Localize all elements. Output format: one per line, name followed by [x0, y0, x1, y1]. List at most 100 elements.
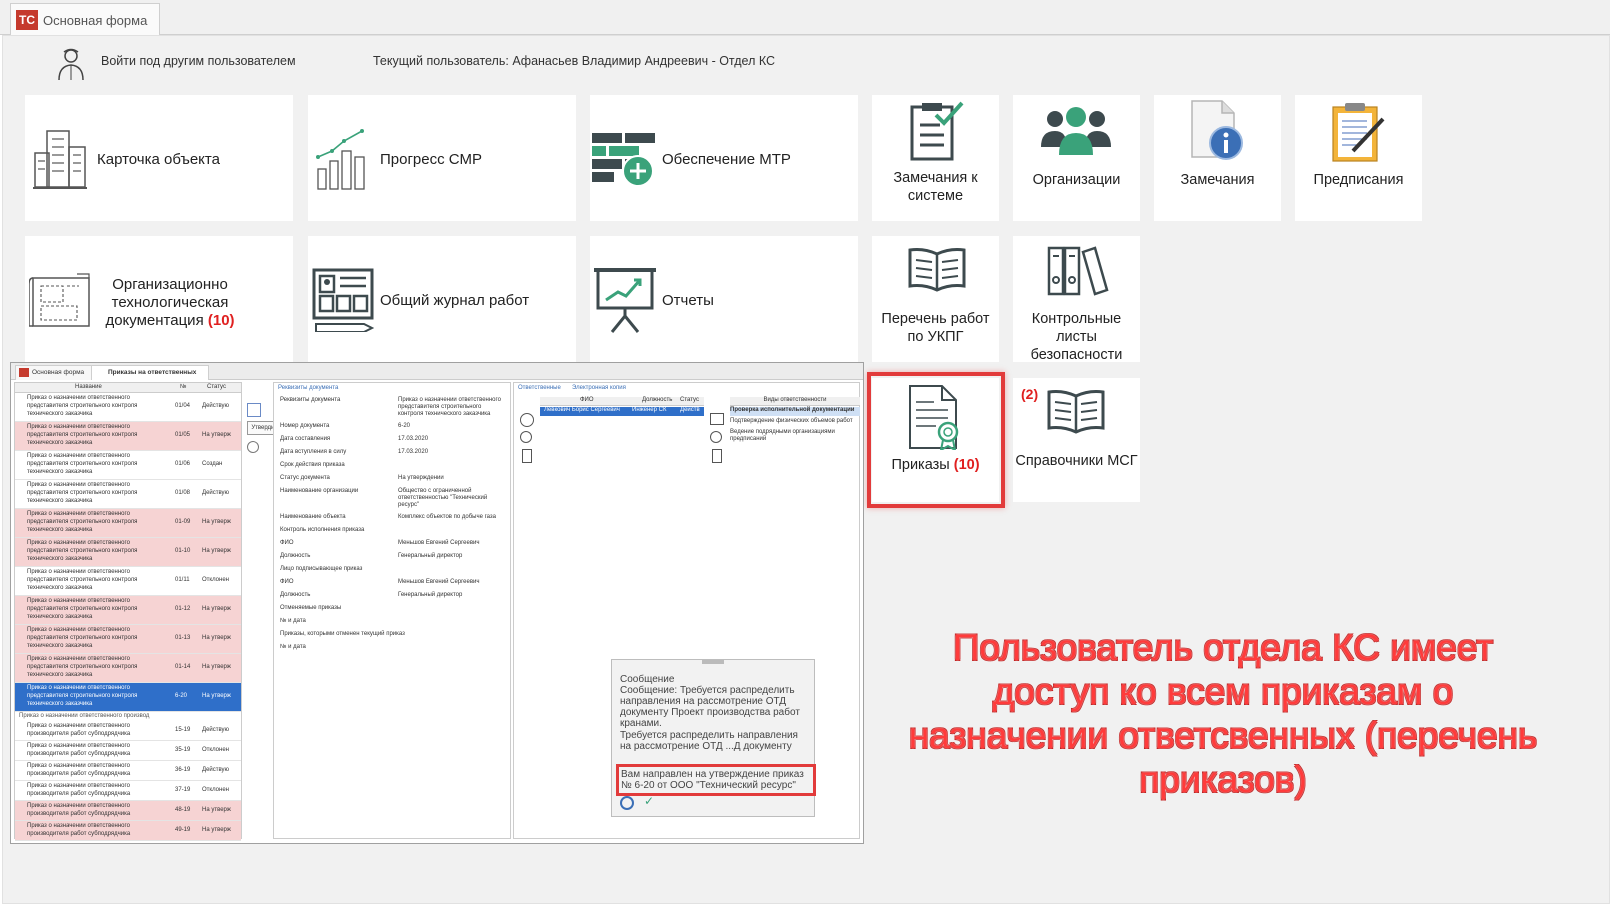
trash-icon[interactable] — [712, 449, 722, 463]
resp-col-position: Должность — [642, 397, 673, 403]
col-name-header[interactable]: Название — [75, 384, 102, 390]
tab-electronic-copy[interactable]: Электронная копия — [572, 385, 626, 391]
add-responsible-icon[interactable] — [520, 413, 534, 427]
tab-responsibles[interactable]: Ответственные — [518, 385, 561, 391]
doc-field-label: Должность — [280, 592, 311, 598]
tile-msg-directories-label: Справочники МСГ — [1015, 453, 1138, 469]
order-status-cell: Действую — [202, 767, 230, 773]
embedded-tab-orders[interactable]: Приказы на ответственных — [91, 365, 209, 380]
order-number-cell: 6-20 — [175, 693, 188, 699]
order-number-cell: 49-19 — [175, 827, 191, 833]
check-icon[interactable]: ✓ — [644, 794, 654, 808]
refresh-icon[interactable] — [247, 441, 259, 453]
popup-approval-message[interactable]: Вам направлен на утверждение приказ № 6-… — [616, 764, 816, 796]
order-number-cell: 01/04 — [175, 403, 191, 409]
popup-title: Сообщение — [620, 674, 675, 685]
table-row[interactable]: Приказ о назначении ответственного предс… — [15, 654, 241, 683]
table-row[interactable]: Приказ о назначении ответственного предс… — [15, 422, 241, 451]
table-row[interactable]: Приказ о назначении ответственного произ… — [15, 801, 241, 821]
table-row[interactable]: Приказ о назначении ответственного произ… — [15, 721, 241, 741]
table-row[interactable]: Приказ о назначении ответственного предс… — [15, 596, 241, 625]
order-name-cell: Приказ о назначении ответственного предс… — [27, 656, 138, 678]
trash-icon[interactable] — [522, 449, 532, 463]
tile-ukpg-works[interactable]: Перечень работ по УКПГ — [872, 236, 999, 362]
resp-row[interactable]: Левкович Борис Сергеевич Инженер СК Дейс… — [540, 407, 704, 416]
table-row[interactable]: Приказ о назначении ответственного предс… — [15, 480, 241, 509]
tile-safety-checklists[interactable]: Контрольные листы безопасности — [1013, 236, 1140, 363]
embedded-tabbar: Основная форма Приказы на ответственных — [11, 363, 863, 380]
order-status-cell: На утверж — [202, 664, 231, 670]
doc-field-label: Наименование объекта — [280, 514, 346, 520]
tab-main-form-label: Основная форма — [43, 13, 148, 28]
tile-msg-directories[interactable]: (2) Справочники МСГ — [1013, 378, 1140, 502]
table-row[interactable]: Приказ о назначении ответственного предс… — [15, 538, 241, 567]
table-row[interactable]: Приказ о назначении ответственного предс… — [15, 567, 241, 596]
order-status-cell: На утверж — [202, 693, 231, 699]
tile-ukpg-works-label: Перечень работ по УКПГ — [881, 311, 990, 345]
doc-field-value: Комплекс объектов по добыче газа — [398, 514, 497, 520]
col-number-header[interactable]: № — [180, 384, 186, 390]
embedded-tab-main-label: Основная форма — [32, 369, 85, 376]
doc-field-label: ФИО — [280, 579, 294, 585]
table-row[interactable]: Приказ о назначении ответственного произ… — [15, 821, 241, 841]
table-row[interactable]: Приказ о назначении ответственного предс… — [15, 509, 241, 538]
duty-item[interactable]: Ведение подрядными организациями предпис… — [730, 429, 860, 443]
order-number-cell: 48-19 — [175, 807, 191, 813]
approve-icon[interactable] — [247, 403, 261, 417]
tile-prescriptions[interactable]: Предписания — [1295, 95, 1422, 221]
tile-system-remarks[interactable]: Замечания к системе — [872, 95, 999, 221]
order-status-cell: Создан — [202, 461, 223, 467]
table-row[interactable]: Приказ о назначении ответственного произ… — [15, 761, 241, 781]
tab-main-form[interactable]: ТС Основная форма — [10, 3, 160, 35]
search-icon[interactable] — [620, 796, 634, 810]
user-icon[interactable] — [53, 46, 89, 82]
order-number-cell: 36-19 — [175, 767, 191, 773]
table-row[interactable]: Приказ о назначении ответственного произ… — [15, 741, 241, 761]
resp-table-header: ФИО Должность Статус — [540, 397, 704, 406]
switch-user-link[interactable]: Войти под другим пользователем — [101, 54, 296, 68]
table-row[interactable]: Приказ о назначении ответственного произ… — [15, 781, 241, 801]
tile-prescriptions-label: Предписания — [1313, 172, 1404, 188]
order-name-cell: Приказ о назначении ответственного предс… — [27, 511, 138, 533]
duty-item[interactable]: Проверка исполнительной документации — [730, 407, 860, 416]
tile-work-journal[interactable]: Общий журнал работ — [308, 236, 576, 362]
tile-mtr-supply[interactable]: Обеспечение МТР — [590, 95, 858, 221]
refresh-icon[interactable] — [520, 431, 532, 443]
orders-group-row[interactable]: Приказ о назначении ответственного произ… — [15, 712, 241, 721]
table-row[interactable]: Приказ о назначении ответственного предс… — [15, 625, 241, 654]
order-name-cell: Приказ о назначении ответственного предс… — [27, 598, 138, 620]
bricks-add-icon — [592, 133, 655, 187]
orders-list-header: Название № Статус — [15, 383, 241, 393]
tile-reports[interactable]: Отчеты — [590, 236, 858, 362]
order-number-cell: 01-09 — [175, 519, 191, 525]
order-name-cell: Приказ о назначении ответственного произ… — [27, 763, 131, 777]
table-row[interactable]: Приказ о назначении ответственного предс… — [15, 393, 241, 422]
order-name-cell: Приказ о назначении ответственного предс… — [27, 569, 138, 591]
tile-object-card[interactable]: Карточка объекта — [25, 95, 293, 221]
order-number-cell: 01-10 — [175, 548, 191, 554]
doc-field-value: Общество с ограниченной ответственностью… — [398, 488, 488, 508]
popup-handle[interactable] — [702, 660, 724, 664]
refresh-icon[interactable] — [710, 431, 722, 443]
table-row[interactable]: Приказ о назначении ответственного предс… — [15, 451, 241, 480]
presentation-chart-icon — [594, 268, 656, 333]
col-status-header[interactable]: Статус — [207, 384, 226, 390]
journal-icon — [312, 268, 374, 332]
tile-remarks[interactable]: Замечания — [1154, 95, 1281, 221]
tile-org-tech-doc[interactable]: Организационно технологическая документа… — [25, 236, 293, 362]
order-status-cell: Действую — [202, 403, 230, 409]
tile-safety-checklists-label: Контрольные листы безопасности — [1030, 311, 1123, 363]
doc-field-value: На утверждении — [398, 475, 444, 481]
doc-field-label: Статус документа — [280, 475, 330, 481]
duty-item[interactable]: Подтверждение физических объемов работ — [730, 418, 860, 427]
doc-field-value: Приказ о назначении ответственного предс… — [398, 397, 501, 417]
order-status-cell: На утверж — [202, 519, 231, 525]
order-status-cell: На утверж — [202, 606, 231, 612]
tile-organizations[interactable]: Организации — [1013, 95, 1140, 221]
doc-field-label: Контроль исполнения приказа — [280, 527, 365, 533]
table-row[interactable]: Приказ о назначении ответственного предс… — [15, 683, 241, 712]
doc-field-value: Меньшов Евгений Сергеевич — [398, 540, 480, 546]
books-icon[interactable] — [710, 413, 724, 425]
tile-smr-progress[interactable]: Прогресс СМР — [308, 95, 576, 221]
doc-field-value: Генеральный директор — [398, 553, 463, 559]
